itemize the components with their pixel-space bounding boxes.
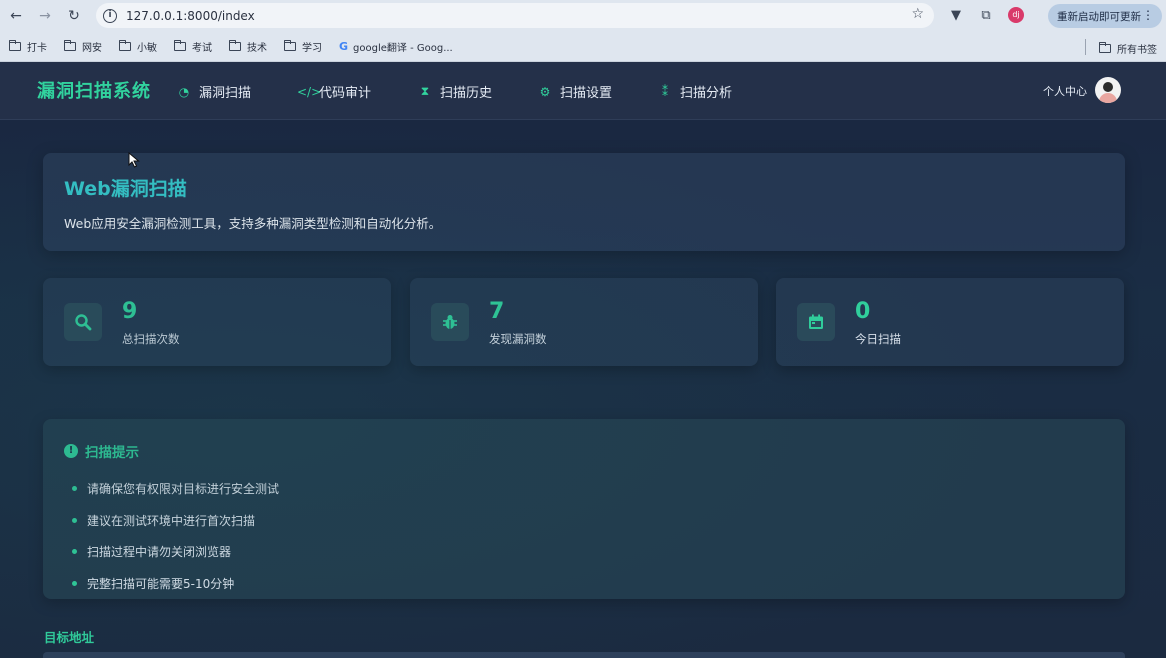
relaunch-update-button[interactable]: 重新启动即可更新 ⋮ [1048,4,1162,28]
gear-icon: ⚙ [539,84,551,99]
nav-scan-settings[interactable]: ⚙ 扫描设置 [538,82,612,102]
back-icon[interactable]: ← [5,5,27,27]
gauge-icon: ◔ [178,84,190,99]
bookmark-folder[interactable]: 技术 [228,39,267,54]
nav-code-audit[interactable]: </> 代码审计 [297,82,371,102]
profile-avatar[interactable]: dj [1006,5,1026,25]
tips-title: ! 扫描提示 [64,441,139,461]
calendar-icon [797,303,835,341]
bookmark-folder[interactable]: 学习 [283,39,322,54]
bullet-dot-icon [72,549,77,554]
stat-card-total-scans: 9 总扫描次数 [43,278,391,366]
address-bar[interactable]: i 127.0.0.1:8000/index ☆ [96,3,934,28]
code-icon: </> [297,84,322,99]
page-title: Web漏洞扫描 [64,178,187,200]
page-description: Web应用安全漏洞检测工具，支持多种漏洞类型检测和自动化分析。 [64,216,442,231]
mouse-cursor [128,151,140,172]
all-bookmarks-folder[interactable]: 所有书签 [1098,41,1157,56]
list-item: 扫描过程中请勿关闭浏览器 [72,543,231,560]
bullet-dot-icon [72,581,77,586]
bookmarks-divider [1085,39,1086,55]
folder-icon [283,40,296,51]
nav-scan-history[interactable]: ⧗ 扫描历史 [418,82,492,101]
bookmark-folder[interactable]: 小敏 [118,39,157,54]
scan-tips-card: ! 扫描提示 请确保您有权限对目标进行安全测试 建议在测试环境中进行首次扫描 扫描… [43,419,1125,599]
bookmark-folder[interactable]: 打卡 [8,39,47,54]
bookmark-folder[interactable]: 考试 [173,39,212,54]
url-text[interactable]: 127.0.0.1:8000/index [126,9,255,23]
list-item: 完整扫描可能需要5-10分钟 [72,575,234,592]
hourglass-icon: ⧗ [420,84,430,98]
folder-icon [1098,42,1111,53]
user-center-link[interactable]: 个人中心 [1043,83,1087,99]
bullet-dot-icon [72,486,77,491]
extension-v-icon[interactable]: ▼ [946,5,966,25]
info-circle-icon: ! [64,444,78,458]
avatar[interactable] [1095,77,1121,103]
bookmarks-bar: 打卡 网安 小敏 考试 技术 学习 Ggoogle翻译 - Goog... 所有… [0,32,1166,62]
stat-value: 9 [122,299,138,324]
stat-card-vulns-found: 7 发现漏洞数 [410,278,758,366]
list-item: 建议在测试环境中进行首次扫描 [72,512,255,529]
list-item: 请确保您有权限对目标进行安全测试 [72,480,279,497]
nav-vuln-scan[interactable]: ◔ 漏洞扫描 [177,82,251,102]
stat-label: 今日扫描 [855,332,901,346]
browser-toolbar: ← → ↻ i 127.0.0.1:8000/index ☆ ▼ ⧉ dj 重新… [0,0,1166,32]
nav-scan-analysis[interactable]: ⁑ 扫描分析 [658,82,732,102]
chart-icon: ⁑ [662,84,668,99]
folder-icon [118,40,131,51]
folder-icon [228,40,241,51]
stat-card-today-scans: 0 今日扫描 [776,278,1124,366]
brand-title[interactable]: 漏洞扫描系统 [37,77,151,103]
stat-label: 发现漏洞数 [489,332,547,346]
search-icon [64,303,102,341]
more-menu-icon[interactable]: ⋮ [1142,8,1154,22]
target-address-input[interactable] [43,652,1125,658]
target-address-label: 目标地址 [44,630,95,645]
stat-value: 0 [855,299,871,324]
bug-icon [431,303,469,341]
extensions-puzzle-icon[interactable]: ⧉ [976,5,996,25]
relaunch-label: 重新启动即可更新 [1057,10,1141,23]
folder-icon [8,40,21,51]
google-icon: G [339,40,349,53]
stat-value: 7 [489,299,505,324]
site-info-icon[interactable]: i [103,8,117,23]
stat-label: 总扫描次数 [122,332,180,346]
folder-icon [173,40,186,51]
hero-card: Web漏洞扫描 Web应用安全漏洞检测工具，支持多种漏洞类型检测和自动化分析。 [43,153,1125,251]
folder-icon [63,40,76,51]
bookmark-folder[interactable]: 网安 [63,39,102,54]
bullet-dot-icon [72,518,77,523]
top-navbar: 漏洞扫描系统 ◔ 漏洞扫描 </> 代码审计 ⧗ 扫描历史 ⚙ 扫描设置 ⁑ 扫描分析 个… [0,62,1166,120]
reload-icon[interactable]: ↻ [63,5,85,27]
forward-icon[interactable]: → [34,5,56,27]
app-page: 漏洞扫描系统 ◔ 漏洞扫描 </> 代码审计 ⧗ 扫描历史 ⚙ 扫描设置 ⁑ 扫描分析 个… [0,62,1166,658]
bookmark-star-icon[interactable]: ☆ [911,6,924,22]
bookmark-google-translate[interactable]: Ggoogle翻译 - Goog... [339,39,453,54]
